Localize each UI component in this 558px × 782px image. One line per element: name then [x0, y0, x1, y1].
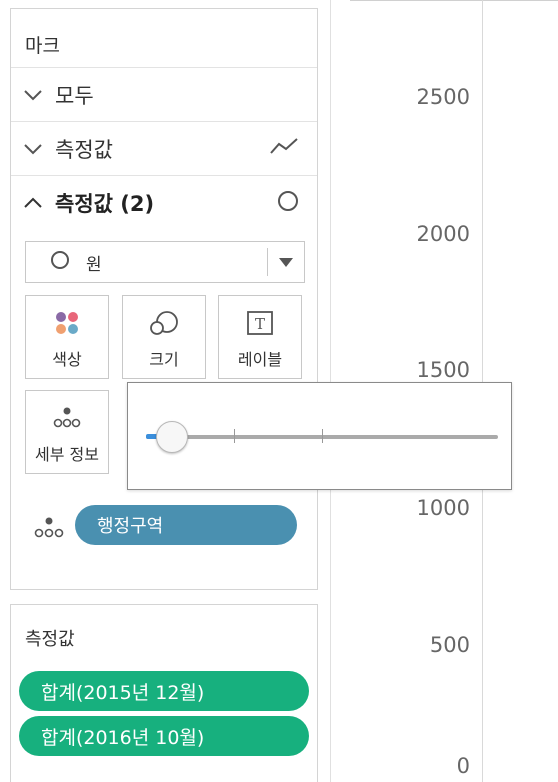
measures-card: 측정값 합계(2015년 12월) 합계(2016년 10월) — [10, 604, 318, 782]
detail-card-label: 세부 정보 — [35, 445, 99, 464]
chevron-down-icon — [11, 89, 55, 101]
detail-icon — [33, 515, 65, 543]
size-slider-thumb[interactable] — [156, 421, 189, 453]
y-axis-tick-label: 1500 — [416, 358, 470, 382]
chevron-down-icon[interactable] — [279, 258, 293, 267]
marks-row-measures[interactable]: 측정값 — [11, 121, 317, 175]
marks-row-measures-2[interactable]: 측정값 (2) — [11, 175, 317, 229]
size-icon — [123, 310, 205, 338]
size-slider-tick — [234, 429, 235, 443]
size-card-label: 크기 — [149, 350, 179, 369]
marks-card: 마크 모두 측정값 측정값 (2) 원 색상 크기 T 레이블 세부 정보 행정… — [10, 8, 318, 590]
marks-row-all[interactable]: 모두 — [11, 67, 317, 121]
line-chart-icon — [269, 136, 299, 160]
size-card[interactable]: 크기 — [122, 295, 206, 379]
mark-type-value: 원 — [86, 254, 102, 275]
measure-pill[interactable]: 합계(2016년 10월) — [19, 716, 309, 756]
measures-title: 측정값 — [25, 629, 75, 650]
y-axis-tick-label: 1000 — [416, 496, 470, 520]
circle-icon — [50, 250, 70, 274]
y-axis-tick-label: 2000 — [416, 222, 470, 246]
y-axis-tick-label: 2500 — [416, 85, 470, 109]
marks-row-label: 모두 — [55, 83, 94, 108]
size-slider-tick — [322, 429, 323, 443]
marks-title: 마크 — [25, 35, 60, 57]
mark-type-dropdown[interactable]: 원 — [25, 241, 305, 283]
detail-icon — [26, 405, 108, 429]
label-card-label: 레이블 — [237, 350, 283, 369]
marks-row-label: 측정값 (2) — [55, 191, 155, 216]
color-card-label: 색상 — [52, 350, 82, 369]
chevron-up-icon — [11, 197, 55, 209]
dimension-pill[interactable]: 행정구역 — [75, 505, 297, 545]
chart-top-border — [350, 0, 558, 1]
detail-card[interactable]: 세부 정보 — [25, 390, 109, 474]
label-icon: T — [219, 310, 301, 336]
dropdown-divider — [267, 248, 268, 276]
label-card[interactable]: T 레이블 — [218, 295, 302, 379]
color-dots-icon — [26, 310, 108, 336]
y-axis-tick-label: 0 — [456, 754, 470, 778]
color-card[interactable]: 색상 — [25, 295, 109, 379]
y-axis-tick-label: 500 — [429, 633, 470, 657]
size-slider-popup — [127, 382, 512, 490]
chevron-down-icon — [11, 143, 55, 155]
measure-pill[interactable]: 합계(2015년 12월) — [19, 671, 309, 711]
circle-icon — [277, 190, 299, 216]
svg-text:T: T — [255, 315, 265, 333]
marks-row-label: 측정값 — [55, 137, 113, 162]
